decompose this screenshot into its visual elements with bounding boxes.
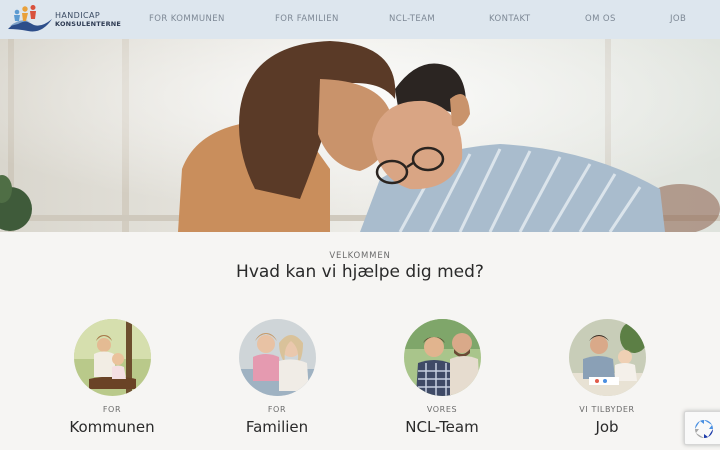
- card-ncl-team-eyebrow: VORES: [426, 405, 458, 414]
- nav-kontakt[interactable]: KONTAKT: [489, 14, 530, 24]
- welcome-eyebrow: VELKOMMEN: [329, 251, 391, 261]
- card-photo-ncl-team: [404, 319, 481, 396]
- card-photo-kommunen: [74, 319, 151, 396]
- nav-for-kommunen[interactable]: FOR KOMMUNEN: [149, 14, 225, 24]
- hero-image: [0, 39, 720, 232]
- card-ncl-team[interactable]: VORES NCL-Team: [372, 319, 512, 444]
- card-familien-title: Familien: [245, 418, 309, 436]
- logo[interactable]: HANDICAP KONSULENTERNE: [6, 3, 121, 35]
- card-familien-eyebrow: FOR: [267, 405, 287, 414]
- card-kommunen-eyebrow: FOR: [102, 405, 122, 414]
- recaptcha-badge[interactable]: [684, 411, 720, 445]
- card-ncl-team-title: NCL-Team: [405, 418, 479, 436]
- welcome-headline: Hvad kan vi hjælpe dig med?: [236, 262, 484, 282]
- card-photo-job: [569, 319, 646, 396]
- nav-for-familien[interactable]: FOR FAMILIEN: [275, 14, 339, 24]
- nav-om-os[interactable]: OM OS: [585, 14, 616, 24]
- card-familien[interactable]: FOR Familien: [207, 319, 347, 444]
- recaptcha-icon: [695, 420, 713, 438]
- nav-job[interactable]: JOB: [670, 14, 686, 24]
- logo-text-line1: HANDICAP: [55, 11, 101, 20]
- site-header: HANDICAP KONSULENTERNE FOR KOMMUNEN FOR …: [0, 0, 720, 39]
- nav-ncl-team[interactable]: NCL-TEAM: [389, 14, 435, 24]
- card-photo-familien: [239, 319, 316, 396]
- logo-icon: [8, 5, 52, 32]
- card-job-title: Job: [595, 418, 619, 436]
- card-job[interactable]: VI TILBYDER Job: [537, 319, 677, 444]
- card-job-eyebrow: VI TILBYDER: [579, 405, 635, 414]
- card-kommunen[interactable]: FOR Kommunen: [42, 319, 182, 444]
- card-kommunen-title: Kommunen: [69, 418, 155, 436]
- logo-text-line2: KONSULENTERNE: [55, 20, 122, 28]
